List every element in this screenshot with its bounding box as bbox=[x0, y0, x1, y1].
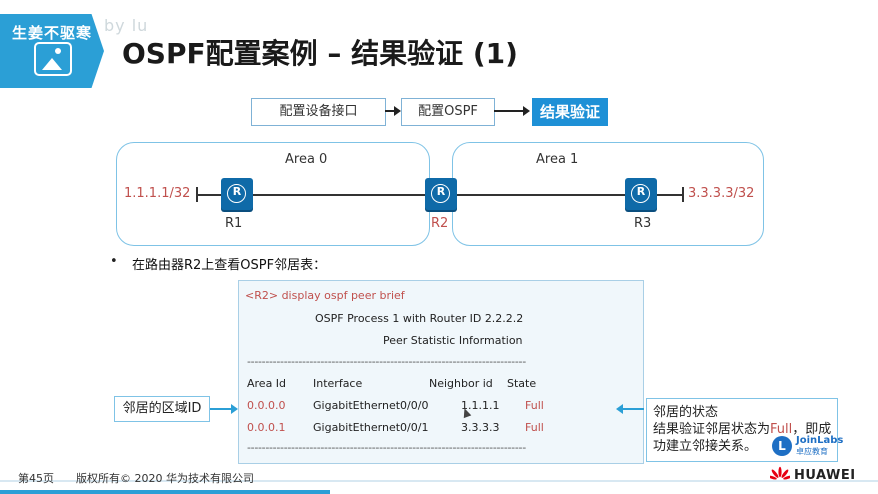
step-configure-interface: 配置设备接口 bbox=[251, 98, 386, 126]
area-0-label: Area 0 bbox=[285, 152, 328, 167]
cli-process-line: OSPF Process 1 with Router ID 2.2.2.2 bbox=[315, 312, 524, 325]
cli-header-state: State bbox=[507, 377, 537, 390]
huawei-wordmark: HUAWEI bbox=[794, 468, 856, 483]
ip-label-r1-loopback: 1.1.1.1/32 bbox=[124, 186, 191, 201]
cli-cell-interface: GigabitEthernet0/0/1 bbox=[313, 421, 429, 434]
cli-header-area-id: Area Id bbox=[247, 377, 287, 390]
callout-line-1: 邻居的状态 bbox=[653, 405, 719, 420]
ip-label-r3-loopback: 3.3.3.3/32 bbox=[688, 186, 755, 201]
cli-stat-line: Peer Statistic Information bbox=[383, 334, 523, 347]
router-label-r1: R1 bbox=[225, 216, 243, 231]
arrow-right-icon bbox=[385, 106, 401, 116]
cli-cell-state: Full bbox=[525, 421, 544, 434]
cli-cell-neighbor-id: 3.3.3.3 bbox=[461, 421, 500, 434]
joinlabs-sub: 卓应教育 bbox=[796, 447, 828, 456]
bullet-dot: • bbox=[110, 254, 118, 269]
arrow-right-icon bbox=[494, 106, 530, 116]
cli-cell-state: Full bbox=[525, 399, 544, 412]
footer-accent-bar bbox=[0, 490, 330, 494]
router-label-r3: R3 bbox=[634, 216, 652, 231]
callout-area-id: 邻居的区域ID bbox=[114, 396, 210, 422]
footer-page-number: 第45页 bbox=[18, 472, 54, 485]
cli-output-panel: <R2> display ospf peer brief OSPF Proces… bbox=[238, 280, 644, 464]
sun-icon bbox=[55, 48, 61, 54]
router-symbol: R bbox=[232, 185, 242, 198]
huawei-petal-icon bbox=[770, 466, 790, 480]
router-symbol: R bbox=[436, 185, 446, 198]
cli-cell-area-id: 0.0.0.0 bbox=[247, 399, 286, 412]
cli-command: <R2> display ospf peer brief bbox=[245, 289, 405, 302]
cli-separator: ----------------------------------------… bbox=[247, 441, 526, 454]
huawei-logo: HUAWEI bbox=[770, 466, 870, 486]
footer-copyright: 版权所有© 2020 华为技术有限公司 bbox=[76, 472, 254, 485]
router-label-r2: R2 bbox=[431, 216, 449, 231]
callout-line-3: 功建立邻接关系。 bbox=[653, 439, 758, 454]
logo-text: 生姜不驱寒 bbox=[12, 24, 93, 42]
router-icon: R bbox=[625, 178, 657, 210]
link-r1-r2 bbox=[248, 194, 430, 196]
image-icon bbox=[34, 42, 72, 76]
bullet-text: 在路由器R2上查看OSPF邻居表： bbox=[132, 258, 327, 273]
callout-full-highlight: Full bbox=[770, 422, 793, 437]
step-configure-ospf: 配置OSPF bbox=[401, 98, 495, 126]
cli-cell-interface: GigabitEthernet0/0/0 bbox=[313, 399, 429, 412]
link-r2-r3 bbox=[452, 194, 632, 196]
link-endpoint-right bbox=[682, 187, 684, 202]
arrow-left-icon bbox=[616, 405, 644, 413]
router-icon: R bbox=[221, 178, 253, 210]
cli-header-interface: Interface bbox=[313, 377, 363, 390]
joinlabs-name: JoinLabs bbox=[796, 435, 844, 446]
arrow-right-icon bbox=[210, 405, 238, 413]
cli-separator: ----------------------------------------… bbox=[247, 355, 526, 368]
joinlabs-logo: L JoinLabs 卓应教育 bbox=[772, 435, 844, 460]
cli-header-neighbor-id: Neighbor id bbox=[429, 377, 493, 390]
area-1-label: Area 1 bbox=[536, 152, 579, 167]
joinlabs-mark-icon: L bbox=[772, 436, 792, 456]
router-icon: R bbox=[425, 178, 457, 210]
page-title: OSPF配置案例 – 结果验证 (1) bbox=[122, 37, 518, 70]
router-symbol: R bbox=[636, 185, 646, 198]
callout-line-2-prefix: 结果验证邻居状态为 bbox=[653, 422, 771, 437]
cli-cell-area-id: 0.0.0.1 bbox=[247, 421, 286, 434]
step-verify-result: 结果验证 bbox=[532, 98, 608, 126]
